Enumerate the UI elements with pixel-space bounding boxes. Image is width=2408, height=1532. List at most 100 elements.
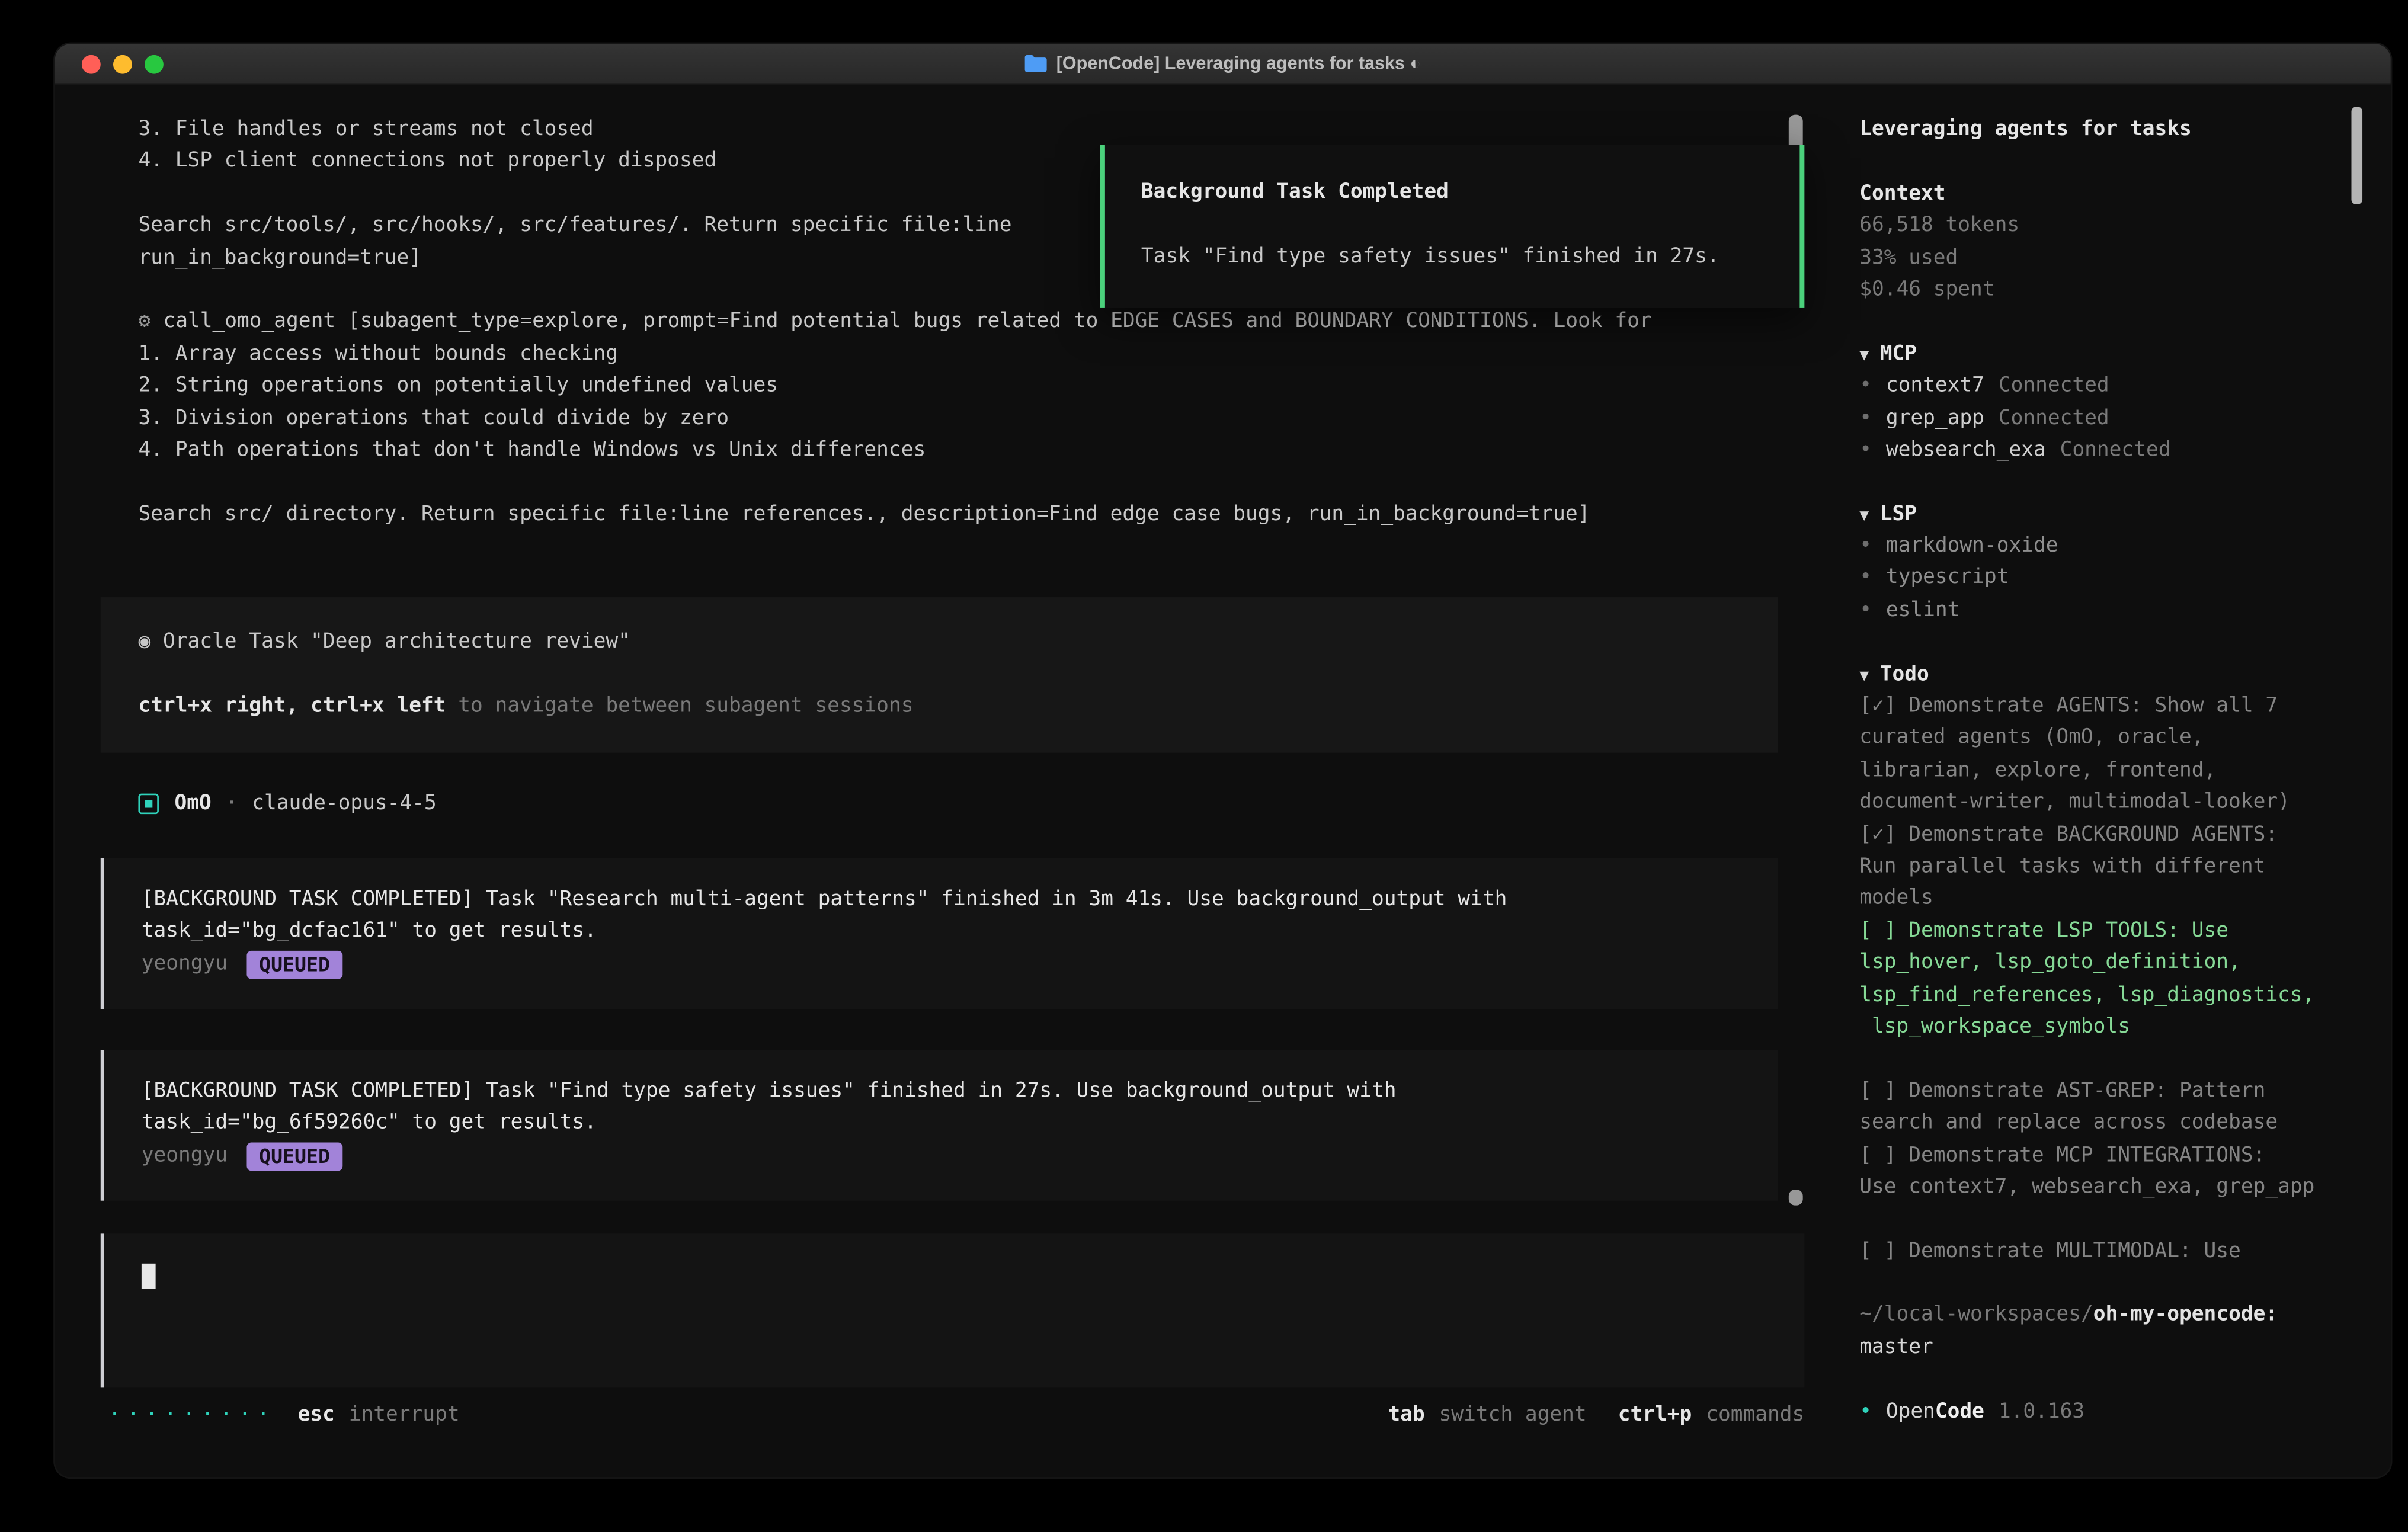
lsp-section-header[interactable]: ▼ LSP [1859, 499, 2359, 531]
blank-line [1859, 1204, 2359, 1236]
blank-line [142, 1294, 1767, 1326]
input-meta: OmO Opus 4.5 Anthropic [142, 1326, 1767, 1358]
input-line[interactable] [142, 1262, 1767, 1294]
bullet-icon: • [1859, 534, 1872, 558]
todo-item-line: librarian, explore, frontend, [1859, 755, 2359, 787]
agent-checkbox-icon [138, 793, 158, 813]
message-text: task_id="bg_dcfac161" to get results. [142, 916, 1740, 948]
tool-call-line: ⚙call_omo_agent [subagent_type=explore, … [101, 307, 1815, 339]
todo-item-line: [✓] Demonstrate AGENTS: Show all 7 [1859, 691, 2359, 723]
hint-keys: ctrl+x right, ctrl+x left [138, 694, 446, 718]
notification-title: Background Task Completed [1141, 178, 1772, 210]
chevron-down-icon: ▼ [1859, 507, 1869, 524]
mcp-section-header[interactable]: ▼ MCP [1859, 339, 2359, 371]
bullet-icon: • [1859, 598, 1872, 622]
tool-call-item: 4. Path operations that don't handle Win… [101, 435, 1815, 467]
terminal-line: 3. File handles or streams not closed [101, 115, 1815, 147]
lsp-item: • typescript [1859, 563, 2359, 595]
tab-hint: tab switch agent [1388, 1403, 1586, 1427]
lsp-name: typescript [1886, 566, 2009, 590]
brand-open: Open [1886, 1400, 1935, 1424]
todo-heading: Todo [1880, 663, 1929, 687]
scrollbar-thumb[interactable] [1789, 1190, 1803, 1206]
blank-line [1859, 627, 2359, 659]
esc-key-label: interrupt [349, 1403, 460, 1427]
ctrlp-key: ctrl+p [1618, 1403, 1692, 1427]
queued-message: [BACKGROUND TASK COMPLETED] Task "Find t… [101, 1050, 1778, 1201]
lsp-name: markdown-oxide [1886, 534, 2058, 558]
mcp-item: •context7Connected [1859, 371, 2359, 403]
background-task-notification: Background Task Completed Task "Find typ… [1100, 145, 1804, 308]
window-title: [OpenCode] Leveraging agents for tasks ◐ [1056, 55, 1421, 73]
record-icon: ◉ [138, 630, 150, 654]
oracle-hint-line: ctrl+x right, ctrl+x left to navigate be… [138, 691, 1740, 723]
message-meta: yeongyu QUEUED [142, 1140, 1740, 1172]
version-number: 1.0.163 [1999, 1400, 2084, 1424]
gear-icon: ⚙ [138, 310, 150, 334]
esc-key-hint: esc [298, 1403, 335, 1427]
minimize-button[interactable] [113, 55, 132, 74]
traffic-lights [82, 44, 164, 85]
close-button[interactable] [82, 55, 101, 74]
todo-item-line: [ ] Demonstrate LSP TOOLS: Use [1859, 916, 2359, 948]
blank-line [1859, 147, 2359, 179]
workspace-path: ~/local-workspaces/oh-my-opencode: [1859, 1300, 2359, 1332]
oracle-task-title: Oracle Task "Deep architecture review" [163, 630, 630, 654]
oracle-task-title-line: ◉ Oracle Task "Deep architecture review" [138, 627, 1740, 659]
todo-item-line: curated agents (OmO, oracle, [1859, 723, 2359, 755]
queued-badge: QUEUED [246, 1142, 342, 1171]
mcp-name: grep_app [1886, 406, 1984, 430]
todo-item-line: lsp_workspace_symbols [1859, 1012, 2359, 1044]
bullet-icon: • [1859, 566, 1872, 590]
todo-item-line: document-writer, multimodal-looker) [1859, 788, 2359, 820]
todo-item-line: [ ] Demonstrate AST-GREP: Pattern [1859, 1076, 2359, 1108]
chevron-down-icon: ▼ [1859, 347, 1869, 364]
todo-item-line: lsp_find_references, lsp_diagnostics, [1859, 980, 2359, 1012]
blank-line [1859, 307, 2359, 339]
agent-name: OmO [174, 792, 211, 816]
maximize-button[interactable] [145, 55, 164, 74]
status-left: ········· esc interrupt [108, 1403, 460, 1427]
lsp-heading: LSP [1880, 502, 1917, 526]
mcp-heading: MCP [1880, 342, 1917, 366]
sidebar-scrollbar-thumb[interactable] [2351, 107, 2362, 204]
blank-line [101, 467, 1815, 499]
hint-text: to navigate between subagent sessions [446, 694, 914, 718]
notification-body: Task "Find type safety issues" finished … [1141, 242, 1772, 274]
titlebar[interactable]: [OpenCode] Leveraging agents for tasks ◐ [55, 44, 2391, 85]
conversation-pane: 3. File handles or streams not closed 4.… [55, 85, 1815, 1477]
mcp-status: Connected [1999, 406, 2109, 430]
todo-section-header[interactable]: ▼Todo [1859, 659, 2359, 691]
mcp-name: websearch_exa [1886, 438, 2046, 462]
oracle-task-panel: ◉ Oracle Task "Deep architecture review"… [101, 597, 1778, 753]
todo-item-line: search and replace across codebase [1859, 1108, 2359, 1140]
desktop: [OpenCode] Leveraging agents for tasks ◐… [0, 0, 2408, 1532]
tab-label: switch agent [1439, 1403, 1587, 1427]
terminal-window: [OpenCode] Leveraging agents for tasks ◐… [55, 44, 2391, 1477]
title-area: [OpenCode] Leveraging agents for tasks ◐ [1025, 55, 1421, 73]
bullet-icon: • [1859, 406, 1872, 430]
text-cursor [142, 1264, 156, 1289]
agent-header: OmO · claude-opus-4-5 [101, 788, 1815, 820]
sidebar: Leveraging agents for tasks Context 66,5… [1815, 85, 2391, 1477]
context-used: 33% used [1859, 243, 2359, 275]
bullet-icon: • [1859, 438, 1872, 462]
branch-name: master [1859, 1332, 2359, 1364]
queued-badge: QUEUED [246, 950, 342, 979]
mcp-status: Connected [1999, 374, 2109, 398]
status-bar: ········· esc interrupt tabswitch agent … [101, 1399, 1805, 1431]
prompt-input[interactable]: OmO Opus 4.5 Anthropic [101, 1233, 1805, 1387]
blank-line [138, 659, 1740, 691]
path-prefix: ~/local-workspaces/ [1859, 1303, 2093, 1327]
lsp-item: •eslint [1859, 595, 2359, 627]
bullet-icon: • [1859, 1400, 1872, 1424]
blank-line [1859, 1364, 2359, 1396]
status-right: tabswitch agent ctrl+pcommands [1356, 1403, 1804, 1427]
session-title: Leveraging agents for tasks [1859, 115, 2359, 147]
tool-call-item: 1. Array access without bounds checking [101, 339, 1815, 371]
blank-line [1859, 1044, 2359, 1076]
separator-dot: · [226, 792, 238, 816]
tab-key: tab [1388, 1403, 1424, 1427]
bullet-icon: • [1859, 374, 1872, 398]
blank-line [1859, 1268, 2359, 1300]
